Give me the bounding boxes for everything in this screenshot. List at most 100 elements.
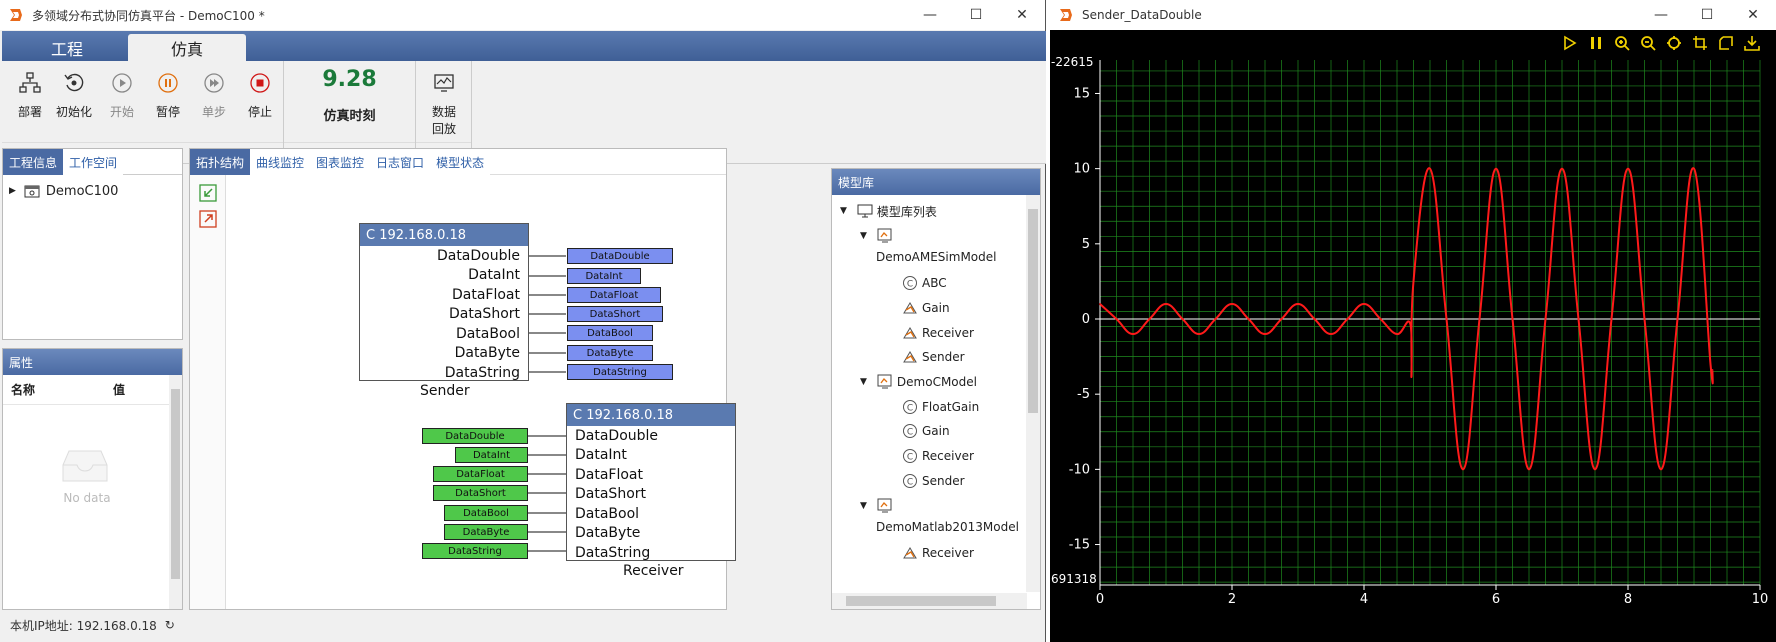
x-tick-label: 6	[1492, 592, 1500, 607]
model-library-group[interactable]: ▼ DemoMatlab2013Model	[860, 496, 1019, 534]
model-package-icon	[877, 374, 892, 389]
y-axis-top-label: -22615	[1051, 55, 1094, 69]
receiver-signal[interactable]: DataDouble	[422, 428, 528, 444]
scrollbar-thumb[interactable]	[1028, 209, 1038, 413]
c-model-icon: C	[903, 276, 917, 290]
data-point	[1165, 303, 1167, 305]
collapse-arrow-icon[interactable]: ▼	[860, 377, 867, 387]
main-window: 多领域分布式协同仿真平台 - DemoC100 * — ☐ ✕ 工程 仿真 部署…	[0, 0, 1046, 642]
model-library-item[interactable]: Sender	[902, 347, 965, 367]
x-tick-label: 4	[1360, 592, 1368, 607]
y-tick-label: 15	[1073, 86, 1090, 101]
data-point	[1132, 333, 1134, 335]
receiver-signal[interactable]: DataFloat	[433, 466, 528, 482]
model-library-item[interactable]: Receiver	[902, 323, 974, 343]
model-library-item[interactable]: C FloatGain	[902, 397, 979, 417]
close-button[interactable]: ✕	[1730, 0, 1776, 30]
data-point	[1462, 468, 1464, 471]
model-library-item-label: Receiver	[922, 546, 974, 560]
data-point	[1528, 468, 1530, 471]
line-chart[interactable]: 15 10 5 0 -5 -10 -15 -22615 691318 0 2 4 6 8 10	[1050, 30, 1776, 642]
model-library-scrollbar-v[interactable]	[1026, 195, 1040, 592]
model-package-icon	[877, 228, 892, 243]
model-library-group[interactable]: ▼ DemoAMESimModel	[860, 226, 996, 264]
model-library-item[interactable]: C Gain	[902, 421, 950, 441]
model-library-item[interactable]: C Receiver	[902, 446, 974, 466]
scrollbar-thumb[interactable]	[846, 596, 996, 606]
minimize-button[interactable]: —	[1638, 0, 1684, 30]
model-library-title: 模型库	[832, 169, 1040, 195]
data-point	[1297, 303, 1299, 305]
collapse-arrow-icon[interactable]: ▼	[860, 231, 867, 241]
data-point	[1693, 167, 1695, 170]
data-point	[1181, 318, 1184, 320]
sender-signal[interactable]: DataString	[567, 364, 673, 380]
data-point	[1709, 363, 1712, 365]
sender-signal[interactable]: DataByte	[567, 345, 653, 361]
data-point	[1412, 280, 1415, 283]
sender-signal[interactable]: DataFloat	[567, 287, 661, 303]
sender-signal[interactable]: DataShort	[567, 306, 663, 322]
data-point	[1396, 333, 1398, 335]
receiver-signal[interactable]: DataShort	[433, 485, 528, 501]
data-point	[1445, 318, 1448, 320]
x-tick-label: 8	[1624, 592, 1632, 607]
receiver-signal[interactable]: DataBool	[444, 505, 528, 521]
data-point	[1313, 318, 1316, 320]
svg-text:C: C	[907, 404, 913, 414]
model-library-group-label: DemoAMESimModel	[876, 250, 997, 264]
c-model-icon: C	[903, 474, 917, 488]
simulation-model-icon	[903, 302, 917, 314]
refresh-icon[interactable]: ↻	[165, 618, 175, 632]
x-tick-label: 10	[1752, 592, 1769, 607]
chart-window: Sender_DataDouble — ☐ ✕ 15 10 5 0 -5 -10 -15 -2…	[1050, 0, 1776, 642]
svg-text:C: C	[907, 428, 913, 438]
data-point	[1148, 318, 1151, 320]
data-point	[1198, 333, 1200, 335]
data-point	[1478, 318, 1481, 320]
app-logo-icon	[1060, 9, 1072, 21]
y-tick-label: -10	[1069, 462, 1090, 477]
statusbar: 本机IP地址: 192.168.0.18 ↻	[0, 610, 1046, 640]
model-library-tree: ▼ 模型库列表 ▼ DemoAMESimModel C ABC Gain Receiver…	[832, 195, 1027, 592]
model-library-group[interactable]: ▼ DemoCModel	[860, 372, 977, 392]
model-library-group-label: DemoCModel	[896, 375, 977, 389]
data-point	[1660, 468, 1662, 471]
model-library-item[interactable]: Gain	[902, 298, 950, 318]
svg-text:C: C	[907, 478, 913, 488]
model-library-group-label: DemoMatlab2013Model	[876, 520, 1019, 534]
data-point	[1379, 318, 1382, 320]
receiver-signal[interactable]: DataByte	[444, 524, 528, 540]
model-library-item[interactable]: C Sender	[902, 471, 965, 491]
data-point	[1280, 318, 1283, 320]
y-tick-label: -15	[1069, 538, 1090, 553]
data-point	[1495, 167, 1497, 170]
maximize-button[interactable]: ☐	[1684, 0, 1730, 30]
receiver-signal[interactable]: DataInt	[455, 447, 528, 463]
model-library-item[interactable]: Receiver	[902, 543, 974, 563]
model-library-scrollbar-h[interactable]	[832, 593, 1027, 609]
sender-signal[interactable]: DataInt	[567, 268, 641, 284]
data-point	[1627, 167, 1629, 170]
model-library-item[interactable]: C ABC	[902, 273, 947, 293]
data-point	[1410, 375, 1413, 377]
receiver-signal[interactable]: DataString	[422, 543, 528, 559]
model-library-item-label: FloatGain	[922, 400, 980, 414]
chart-titlebar: Sender_DataDouble — ☐ ✕	[1050, 0, 1776, 30]
data-point	[1363, 303, 1365, 305]
data-point	[1429, 167, 1431, 170]
data-point	[1577, 318, 1580, 320]
model-library-root[interactable]: ▼ 模型库列表	[840, 201, 937, 221]
collapse-arrow-icon[interactable]: ▼	[860, 501, 867, 511]
data-point	[1561, 167, 1563, 170]
data-point	[1594, 468, 1596, 471]
data-point	[1214, 318, 1217, 320]
data-point	[1264, 333, 1266, 335]
collapse-arrow-icon[interactable]: ▼	[840, 206, 847, 216]
data-point	[1247, 318, 1250, 320]
model-library-item-label: Sender	[922, 350, 965, 364]
sender-signal[interactable]: DataBool	[567, 325, 653, 341]
svg-text:C: C	[907, 280, 913, 290]
data-point	[1346, 318, 1349, 320]
sender-signal[interactable]: DataDouble	[567, 248, 673, 264]
